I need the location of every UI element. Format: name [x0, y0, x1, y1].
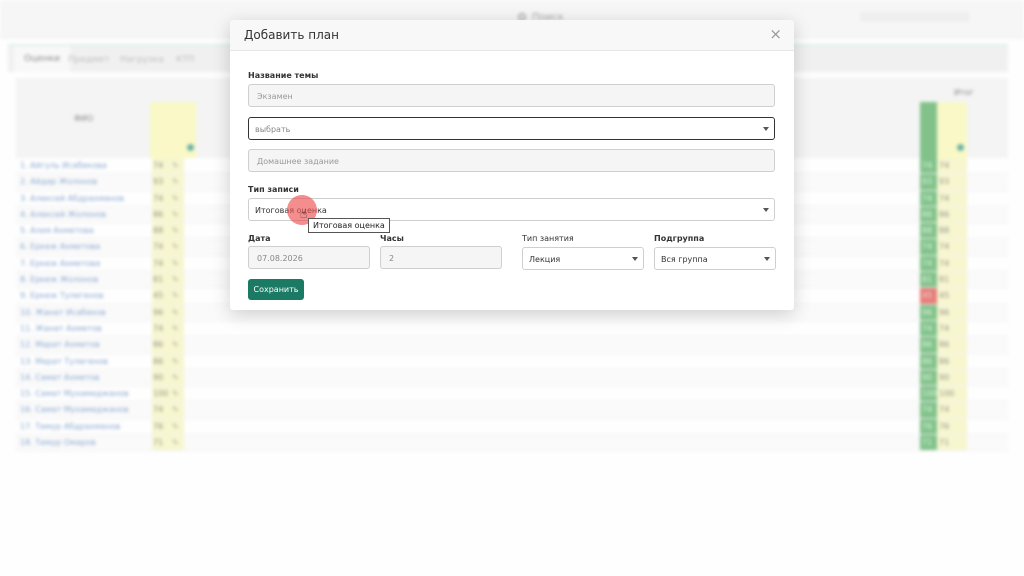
- subgroup-label: Подгруппа: [654, 234, 705, 243]
- hours-input[interactable]: 2: [380, 246, 502, 269]
- record-type-label: Тип записи: [248, 185, 299, 194]
- topic-select-placeholder: выбрать: [255, 125, 291, 134]
- chevron-down-icon: [764, 257, 770, 261]
- lesson-type-value: Лекция: [529, 255, 561, 264]
- topic-input[interactable]: Экзамен: [248, 84, 775, 107]
- modal-header: Добавить план ×: [230, 20, 794, 51]
- subgroup-value: Вся группа: [661, 255, 708, 264]
- chevron-down-icon: [632, 257, 638, 261]
- hours-label: Часы: [380, 234, 404, 243]
- homework-input[interactable]: Домашнее задание: [248, 149, 775, 172]
- topic-select[interactable]: выбрать: [248, 117, 775, 140]
- subgroup-select[interactable]: Вся группа: [654, 247, 776, 270]
- save-button[interactable]: Сохранить: [248, 279, 304, 300]
- chevron-down-icon: [763, 127, 769, 131]
- close-icon[interactable]: ×: [769, 25, 782, 43]
- hand-cursor-icon: ☝: [300, 207, 308, 221]
- date-label: Дата: [248, 234, 271, 243]
- lesson-type-label: Тип занятия: [522, 234, 574, 243]
- add-plan-modal: Добавить план × Название темы Экзамен вы…: [230, 20, 794, 310]
- chevron-down-icon: [763, 208, 769, 212]
- modal-title: Добавить план: [244, 28, 339, 42]
- lesson-type-select[interactable]: Лекция: [522, 247, 644, 270]
- tooltip: Итоговая оценка: [308, 218, 390, 233]
- date-input[interactable]: 07.08.2026: [248, 246, 370, 269]
- topic-label: Название темы: [248, 71, 319, 80]
